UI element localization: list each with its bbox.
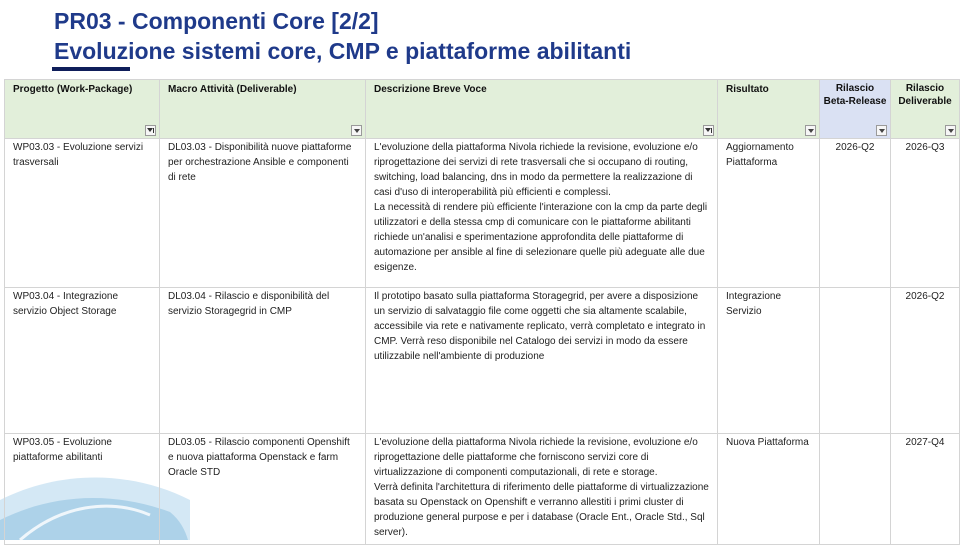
cell-risultato: Aggiornamento Piattaforma [717,138,820,288]
cell-text: WP03.05 - Evoluzione piattaforme abilita… [13,437,112,463]
header-risultato: Risultato [717,79,820,139]
description-paragraph: Il prototipo basato sulla piattaforma St… [374,291,706,362]
cell-beta [819,287,891,434]
cell-progetto: WP03.04 - Integrazione servizio Object S… [4,287,160,434]
header-label: Descrizione Breve Voce [374,84,487,95]
description-paragraph: Verrà definita l'architettura di riferim… [374,482,709,538]
filter-dropdown-icon[interactable] [805,125,816,136]
header-rilascio-beta: Rilascio Beta-Release [819,79,891,139]
description-paragraph: L'evoluzione della piattaforma Nivola ri… [374,437,698,478]
cell-text: Aggiornamento Piattaforma [726,142,794,168]
cell-deliverable: 2026-Q3 [890,138,960,288]
cell-progetto: WP03.05 - Evoluzione piattaforme abilita… [4,433,160,545]
cell-text [821,289,890,290]
header-macro-attivita: Macro Attività (Deliverable) [159,79,366,139]
cell-macro: DL03.03 - Disponibilità nuove piattaform… [159,138,366,288]
cell-descrizione: Il prototipo basato sulla piattaforma St… [365,287,718,434]
cell-beta: 2026-Q2 [819,138,891,288]
cell-beta [819,433,891,545]
cell-text: Integrazione Servizio [726,291,782,317]
cell-text: 2026-Q3 [905,142,945,153]
slide-title: PR03 - Componenti Core [2/2] Evoluzione … [54,6,631,66]
header-descrizione: Descrizione Breve Voce [365,79,718,139]
slide-title-line1: PR03 - Componenti Core [2/2] [54,8,379,34]
table-header-row: Progetto (Work-Package) Macro Attività (… [4,79,960,139]
cell-text: WP03.03 - Evoluzione servizi trasversali [13,142,144,168]
cell-deliverable: 2026-Q2 [890,287,960,434]
header-label: Risultato [726,84,769,95]
cell-risultato: Integrazione Servizio [717,287,820,434]
filter-dropdown-icon[interactable] [351,125,362,136]
table-row: WP03.05 - Evoluzione piattaforme abilita… [4,433,960,545]
cell-text: 2026-Q2 [905,291,945,302]
header-rilascio-deliverable: Rilascio Deliverable [890,79,960,139]
table-row: WP03.04 - Integrazione servizio Object S… [4,287,960,434]
header-progetto: Progetto (Work-Package) [4,79,160,139]
cell-text: DL03.03 - Disponibilità nuove piattaform… [168,142,352,183]
filter-active-icon[interactable] [145,125,156,136]
filter-dropdown-icon[interactable] [945,125,956,136]
slide-title-line2: Evoluzione sistemi core, CMP e piattafor… [54,38,632,64]
cell-deliverable: 2027-Q4 [890,433,960,545]
cell-text [821,435,890,436]
header-label: Rilascio Beta-Release [823,83,887,107]
cell-descrizione: L'evoluzione della piattaforma Nivola ri… [365,433,718,545]
cell-text: DL03.05 - Rilascio componenti Openshift … [168,437,350,478]
cell-text: Nuova Piattaforma [726,437,809,448]
title-underline [52,67,130,71]
cell-macro: DL03.04 - Rilascio e disponibilità del s… [159,287,366,434]
cell-progetto: WP03.03 - Evoluzione servizi trasversali [4,138,160,288]
cell-text: DL03.04 - Rilascio e disponibilità del s… [168,291,330,317]
filter-active-icon[interactable] [703,125,714,136]
filter-dropdown-icon[interactable] [876,125,887,136]
cell-text: 2027-Q4 [905,437,945,448]
cell-risultato: Nuova Piattaforma [717,433,820,545]
cell-macro: DL03.05 - Rilascio componenti Openshift … [159,433,366,545]
description-paragraph: L'evoluzione della piattaforma Nivola ri… [374,142,698,198]
header-label: Progetto (Work-Package) [13,84,133,95]
header-label: Rilascio Deliverable [898,83,952,107]
table-row: WP03.03 - Evoluzione servizi trasversali… [4,138,960,288]
cell-text: 2026-Q2 [835,142,875,153]
work-package-table: Progetto (Work-Package) Macro Attività (… [4,79,960,545]
description-paragraph: La necessità di rendere più efficiente l… [374,202,708,273]
cell-descrizione: L'evoluzione della piattaforma Nivola ri… [365,138,718,288]
header-label: Macro Attività (Deliverable) [168,84,297,95]
cell-text: WP03.04 - Integrazione servizio Object S… [13,291,119,317]
